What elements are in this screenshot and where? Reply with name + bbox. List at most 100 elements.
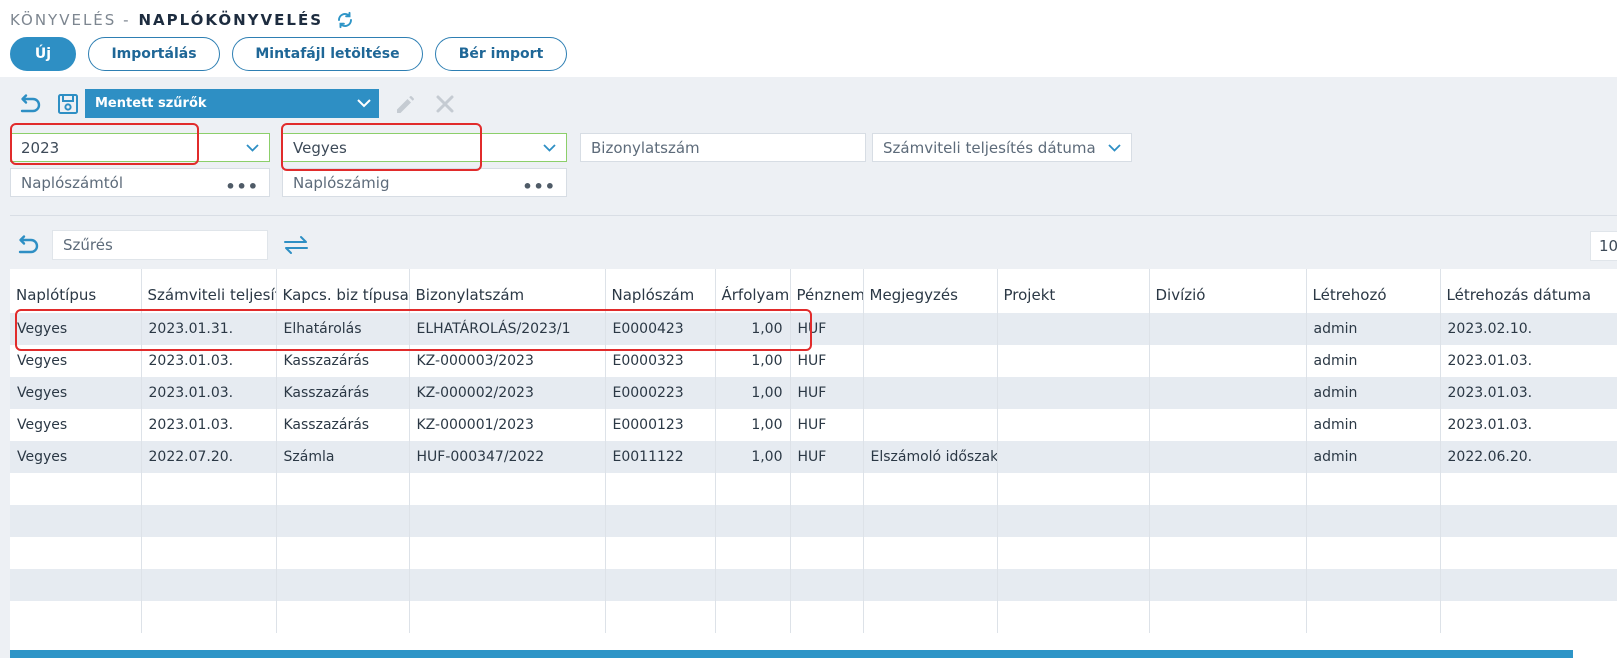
- table-cell: [1440, 473, 1617, 505]
- table-cell: [409, 473, 606, 505]
- table-cell: [1149, 377, 1307, 409]
- year-select[interactable]: 2023: [10, 133, 270, 162]
- journal-grid: NaplótípusSzámviteli teljesítésKapcs. bi…: [10, 269, 1617, 658]
- table-cell: 1,00: [715, 377, 791, 409]
- table-cell: [790, 569, 864, 601]
- table-cell: [997, 537, 1150, 569]
- table-cell: [276, 601, 410, 633]
- reset-filters-icon[interactable]: [16, 90, 44, 118]
- reset-grid-icon[interactable]: [14, 231, 42, 259]
- column-header[interactable]: Árfolyam: [715, 269, 791, 313]
- table-cell: [790, 505, 864, 537]
- column-header[interactable]: Pénznem: [790, 269, 864, 313]
- table-cell: [863, 409, 998, 441]
- table-cell: 2023.01.03.: [141, 377, 277, 409]
- saved-filters-dropdown[interactable]: Mentett szűrők: [85, 89, 379, 118]
- table-cell: [605, 473, 716, 505]
- grid-search-input[interactable]: Szűrés: [52, 230, 268, 260]
- table-cell: [141, 473, 277, 505]
- table-cell: Kasszazárás: [276, 345, 410, 377]
- column-header[interactable]: Naplószám: [605, 269, 716, 313]
- table-cell: [997, 569, 1150, 601]
- journal-type-select[interactable]: Vegyes: [282, 133, 567, 162]
- column-header[interactable]: Projekt: [997, 269, 1150, 313]
- column-header[interactable]: Kapcs. biz típusa: [276, 269, 410, 313]
- import-button[interactable]: Importálás: [88, 37, 220, 71]
- journal-to-input[interactable]: Naplószámig •••: [282, 168, 567, 197]
- empty-row: [10, 537, 1617, 569]
- table-row[interactable]: Vegyes 2023.01.03. Kasszazárás KZ-000002/20…: [10, 377, 1617, 409]
- table-cell: 2023.01.03.: [1440, 377, 1617, 409]
- action-bar: Új Importálás Mintafájl letöltése Bér im…: [10, 37, 567, 71]
- table-cell: Vegyes: [10, 313, 142, 345]
- table-cell: 2023.01.31.: [141, 313, 277, 345]
- table-cell: [141, 537, 277, 569]
- table-cell: [409, 569, 606, 601]
- table-cell: [715, 505, 791, 537]
- column-header[interactable]: Létrehozás dátuma: [1440, 269, 1617, 313]
- table-cell: admin: [1306, 377, 1441, 409]
- table-body: Vegyes 2023.01.31. Elhatárolás ELHATÁROLÁS/…: [10, 313, 1617, 633]
- table-cell: [605, 537, 716, 569]
- document-number-input[interactable]: Bizonylatszám: [580, 133, 866, 162]
- table-cell: Számla: [276, 441, 410, 473]
- table-cell: [715, 537, 791, 569]
- table-cell: [863, 377, 998, 409]
- table-cell: [1440, 569, 1617, 601]
- table-row[interactable]: Vegyes 2023.01.03. Kasszazárás KZ-000001/20…: [10, 409, 1617, 441]
- table-cell: KZ-000001/2023: [409, 409, 606, 441]
- accounting-date-select[interactable]: Számviteli teljesítés dátuma: [872, 133, 1132, 162]
- table-cell: [1149, 441, 1307, 473]
- salary-import-button[interactable]: Bér import: [435, 37, 567, 71]
- table-cell: [997, 601, 1150, 633]
- table-cell: 2023.01.03.: [1440, 345, 1617, 377]
- table-cell: [1149, 569, 1307, 601]
- page-size-select[interactable]: 10: [1590, 231, 1617, 261]
- column-header[interactable]: Naplótípus: [10, 269, 142, 313]
- table-row[interactable]: Vegyes 2023.01.03. Kasszazárás KZ-000003/20…: [10, 345, 1617, 377]
- journal-from-input[interactable]: Naplószámtól •••: [10, 168, 270, 197]
- horizontal-scrollbar[interactable]: [10, 650, 1573, 658]
- table-cell: Vegyes: [10, 377, 142, 409]
- table-cell: Vegyes: [10, 345, 142, 377]
- more-options-icon[interactable]: •••: [225, 178, 259, 195]
- swap-columns-icon[interactable]: [282, 231, 310, 259]
- table-cell: admin: [1306, 345, 1441, 377]
- column-header[interactable]: Bizonylatszám: [409, 269, 606, 313]
- table-row[interactable]: Vegyes 2023.01.31. Elhatárolás ELHATÁROLÁS/…: [10, 313, 1617, 345]
- table-cell: [1149, 601, 1307, 633]
- table-cell: [141, 601, 277, 633]
- delete-icon: [431, 90, 459, 118]
- chevron-down-icon: [1107, 141, 1121, 155]
- column-header[interactable]: Számviteli teljesítés: [141, 269, 277, 313]
- more-options-icon[interactable]: •••: [522, 178, 556, 195]
- new-button[interactable]: Új: [10, 37, 76, 71]
- table-cell: 1,00: [715, 313, 791, 345]
- table-cell: HUF: [790, 313, 864, 345]
- column-header[interactable]: Megjegyzés: [863, 269, 998, 313]
- table-cell: KZ-000003/2023: [409, 345, 606, 377]
- table-cell: [1306, 505, 1441, 537]
- table-cell: [605, 601, 716, 633]
- table-cell: Vegyes: [10, 409, 142, 441]
- table-cell: [1149, 313, 1307, 345]
- table-cell: [863, 505, 998, 537]
- download-template-button[interactable]: Mintafájl letöltése: [232, 37, 423, 71]
- column-header[interactable]: Létrehozó: [1306, 269, 1441, 313]
- table-cell: [997, 441, 1150, 473]
- table-cell: [997, 377, 1150, 409]
- table-cell: [10, 473, 142, 505]
- year-value: 2023: [21, 138, 60, 157]
- document-number-placeholder: Bizonylatszám: [591, 138, 700, 157]
- refresh-icon[interactable]: [335, 10, 355, 30]
- table-cell: HUF-000347/2022: [409, 441, 606, 473]
- accounting-date-placeholder: Számviteli teljesítés dátuma: [883, 138, 1096, 157]
- save-filter-icon[interactable]: [54, 90, 82, 118]
- table-cell: admin: [1306, 409, 1441, 441]
- table-row[interactable]: Vegyes 2022.07.20. Számla HUF-000347/2022 E0…: [10, 441, 1617, 473]
- table-cell: [10, 537, 142, 569]
- page: KÖNYVELÉS - NAPLÓKÖNYVELÉS Új Importálás…: [0, 0, 1617, 658]
- table-cell: [605, 569, 716, 601]
- table-cell: 1,00: [715, 345, 791, 377]
- column-header[interactable]: Divízió: [1149, 269, 1307, 313]
